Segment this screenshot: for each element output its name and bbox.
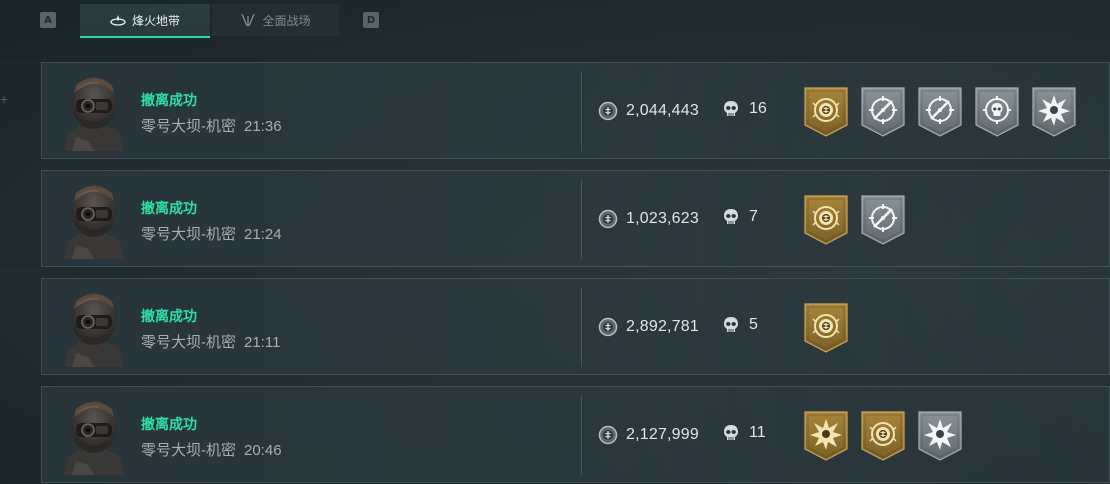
haul-value-amount: 2,892,781: [626, 318, 699, 335]
match-time: 21:11: [244, 334, 281, 351]
mode-tab-bar: A 烽火地带 全面战场 D: [0, 4, 1110, 38]
kill-count-value: 11: [749, 424, 766, 441]
tab-label: 烽火地带: [131, 13, 180, 28]
match-info: 零号大坝-机密 21:24: [141, 223, 282, 244]
row-divider: [581, 71, 582, 151]
operator-avatar: [58, 395, 130, 475]
gold-badge[interactable]: [804, 303, 848, 353]
crosshair-slash-icon: [918, 87, 962, 137]
match-record-row[interactable]: 撤离成功 零号大坝-机密 21:11 2,892,781 5: [41, 278, 1110, 375]
extraction-status: 撤离成功: [141, 200, 197, 216]
burst-icon: [804, 411, 848, 461]
map-name: 零号大坝-机密: [141, 118, 236, 135]
match-info: 零号大坝-机密 21:11: [141, 331, 280, 352]
map-name: 零号大坝-机密: [141, 334, 236, 351]
silver-badge[interactable]: [918, 87, 962, 137]
kill-count-value: 7: [749, 208, 758, 225]
silver-badge[interactable]: [1032, 87, 1076, 137]
kill-count: 5: [723, 316, 758, 334]
gold-badge[interactable]: [861, 411, 905, 461]
silver-badge[interactable]: [975, 87, 1019, 137]
coin-icon: [598, 425, 618, 445]
burst-icon: [1032, 87, 1076, 137]
extraction-status: 撤离成功: [141, 92, 197, 108]
haul-value-amount: 2,127,999: [626, 426, 699, 443]
kill-count-value: 5: [749, 316, 758, 333]
kill-count: 11: [723, 424, 766, 442]
tab-battlefield[interactable]: 全面战场: [212, 4, 339, 36]
battlefield-icon: [240, 13, 256, 27]
haul-value: 2,044,443: [598, 101, 699, 121]
achievement-badges: [804, 411, 962, 461]
match-time: 21:36: [244, 118, 282, 135]
achievement-badges: [804, 195, 905, 245]
coin-icon: [598, 209, 618, 229]
extraction-status: 撤离成功: [141, 416, 197, 432]
haul-value: 2,892,781: [598, 317, 699, 337]
emblem-coin-icon: [804, 303, 848, 353]
emblem-coin-icon: [804, 195, 848, 245]
match-time: 20:46: [244, 442, 282, 459]
map-name: 零号大坝-机密: [141, 226, 236, 243]
coin-icon: [598, 317, 618, 337]
kill-count-value: 16: [749, 100, 767, 117]
next-tab-key-hint[interactable]: D: [363, 12, 379, 28]
row-divider: [581, 395, 582, 475]
match-record-row[interactable]: 撤离成功 零号大坝-机密 20:46 2,127,999 11: [41, 386, 1110, 483]
skull-icon: [723, 424, 739, 442]
gold-badge[interactable]: [804, 87, 848, 137]
skull-icon: [723, 316, 739, 334]
crosshair-slash-icon: [861, 195, 905, 245]
silver-badge[interactable]: [918, 411, 962, 461]
prev-tab-key-hint[interactable]: A: [40, 12, 56, 28]
skull-icon: [723, 208, 739, 226]
gold-badge[interactable]: [804, 411, 848, 461]
tab-fire-zone[interactable]: 烽火地带: [80, 4, 210, 38]
row-divider: [581, 179, 582, 259]
row-divider: [581, 287, 582, 367]
background-plus-mark: +: [0, 91, 9, 107]
achievement-badges: [804, 87, 1076, 137]
fire-zone-icon: [110, 13, 126, 27]
skull-icon: [723, 100, 739, 118]
haul-value: 2,127,999: [598, 425, 699, 445]
background-grid-line: [0, 62, 42, 63]
kill-count: 7: [723, 208, 758, 226]
gold-badge[interactable]: [804, 195, 848, 245]
coin-icon: [598, 101, 618, 121]
silver-badge[interactable]: [861, 87, 905, 137]
achievement-badges: [804, 303, 848, 353]
skull-target-icon: [975, 87, 1019, 137]
map-name: 零号大坝-机密: [141, 442, 236, 459]
emblem-coin-icon: [861, 411, 905, 461]
extraction-status: 撤离成功: [141, 308, 197, 324]
crosshair-slash-icon: [861, 87, 905, 137]
operator-avatar: [58, 71, 130, 151]
background-grid-line: [0, 270, 42, 271]
match-info: 零号大坝-机密 20:46: [141, 439, 282, 460]
match-info: 零号大坝-机密 21:36: [141, 115, 282, 136]
haul-value-amount: 1,023,623: [626, 210, 699, 227]
match-time: 21:24: [244, 226, 282, 243]
haul-value-amount: 2,044,443: [626, 102, 699, 119]
operator-avatar: [58, 287, 130, 367]
burst-icon: [918, 411, 962, 461]
kill-count: 16: [723, 100, 767, 118]
operator-avatar: [58, 179, 130, 259]
tab-label: 全面战场: [262, 13, 311, 28]
silver-badge[interactable]: [861, 195, 905, 245]
haul-value: 1,023,623: [598, 209, 699, 229]
match-record-row[interactable]: 撤离成功 零号大坝-机密 21:24 1,023,623 7: [41, 170, 1110, 267]
match-record-row[interactable]: 撤离成功 零号大坝-机密 21:36 2,044,443 16: [41, 62, 1110, 159]
emblem-coin-icon: [804, 87, 848, 137]
